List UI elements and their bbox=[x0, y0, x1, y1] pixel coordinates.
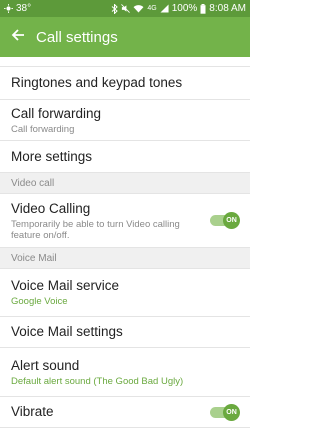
battery-percent-text: 100% bbox=[171, 3, 198, 14]
vibrate-toggle[interactable]: ON bbox=[210, 403, 240, 421]
video-calling-subtitle: Temporarily be able to turn Video callin… bbox=[11, 218, 180, 241]
ringtones-item[interactable]: Ringtones and keypad tones bbox=[0, 67, 250, 100]
voice-mail-service-value: Google Voice bbox=[11, 296, 68, 307]
more-settings-item[interactable]: More settings bbox=[0, 141, 250, 173]
wifi-icon bbox=[133, 4, 144, 13]
voice-mail-service-item[interactable]: Voice Mail service Google Voice bbox=[0, 269, 250, 317]
temperature-text: 38° bbox=[16, 3, 32, 14]
status-bar: 38° 4G 100% 8:08 AM bbox=[0, 0, 250, 17]
bluetooth-icon bbox=[111, 3, 119, 14]
network-type-text: 4G bbox=[147, 5, 157, 12]
settings-list: Ringtones and keypad tones Call forwardi… bbox=[0, 57, 250, 428]
alert-sound-title: Alert sound bbox=[11, 357, 80, 373]
call-forwarding-subtitle: Call forwarding bbox=[11, 123, 75, 135]
signal-icon bbox=[160, 4, 169, 13]
video-calling-item[interactable]: Video Calling Temporarily be able to tur… bbox=[0, 194, 250, 248]
clock-text: 8:08 AM bbox=[209, 3, 246, 14]
status-left: 38° bbox=[4, 3, 31, 14]
video-calling-toggle[interactable]: ON bbox=[210, 212, 240, 229]
video-calling-title: Video Calling bbox=[11, 200, 91, 216]
section-header-video-call: Video call bbox=[0, 173, 250, 194]
call-forwarding-title: Call forwarding bbox=[11, 105, 102, 121]
app-bar: Call settings bbox=[0, 17, 250, 57]
more-settings-title: More settings bbox=[11, 148, 93, 164]
voice-mail-settings-item[interactable]: Voice Mail settings bbox=[0, 317, 250, 348]
vibrate-item[interactable]: Vibrate ON bbox=[0, 397, 250, 428]
arrow-left-icon bbox=[11, 28, 25, 47]
page-title: Call settings bbox=[36, 28, 118, 46]
alert-sound-value: Default alert sound (The Good Bad Ugly) bbox=[11, 375, 184, 387]
voice-mail-service-title: Voice Mail service bbox=[11, 278, 120, 293]
alert-sound-item[interactable]: Alert sound Default alert sound (The Goo… bbox=[0, 348, 250, 397]
list-top-spacer bbox=[0, 57, 250, 67]
back-button[interactable] bbox=[2, 17, 34, 57]
weather-icon bbox=[4, 4, 13, 13]
toggle-knob: ON bbox=[223, 403, 240, 421]
battery-icon bbox=[200, 3, 206, 14]
toggle-knob: ON bbox=[223, 212, 240, 229]
mute-icon bbox=[121, 4, 131, 13]
section-header-voice-mail: Voice Mail bbox=[0, 248, 250, 269]
status-right: 4G 100% 8:08 AM bbox=[111, 3, 246, 14]
voice-mail-settings-title: Voice Mail settings bbox=[11, 324, 123, 339]
call-forwarding-item[interactable]: Call forwarding Call forwarding bbox=[0, 100, 250, 141]
ringtones-title: Ringtones and keypad tones bbox=[11, 75, 183, 90]
vibrate-title: Vibrate bbox=[11, 404, 54, 419]
